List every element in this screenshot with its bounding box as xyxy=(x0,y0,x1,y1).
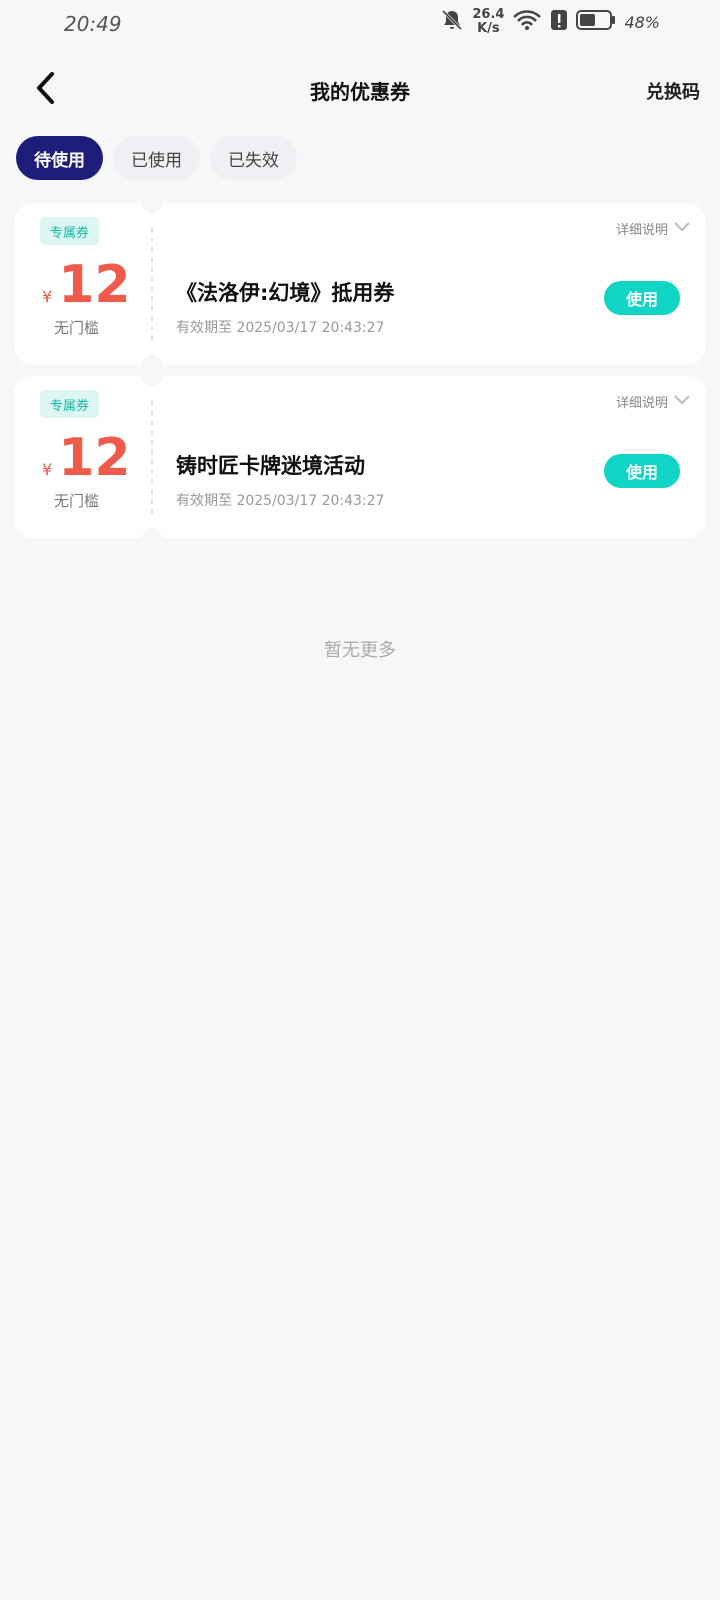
status-time: 20:49 xyxy=(64,12,122,36)
currency-symbol: ¥ xyxy=(42,460,53,479)
coupon-threshold: 无门槛 xyxy=(54,492,100,510)
battery-percentage: 48% xyxy=(624,12,660,32)
coupon-amount: ¥ 12 xyxy=(42,255,131,315)
coupon-card: 专属券 ¥ 12 无门槛 详细说明 铸时匠卡牌迷境活动 有效期至 2025/03… xyxy=(14,366,706,548)
chevron-down-icon xyxy=(674,221,690,236)
coupon-expiry: 有效期至 2025/03/17 20:43:27 xyxy=(176,320,385,336)
coupon-detail-toggle[interactable]: 详细说明 xyxy=(616,219,690,238)
use-coupon-button[interactable]: 使用 xyxy=(604,281,680,315)
status-bar: 20:49 26.4 K/s 48% xyxy=(0,0,720,50)
coupon-name: 《法洛伊:幻境》抵用券 xyxy=(176,281,395,305)
coupon-name: 铸时匠卡牌迷境活动 xyxy=(176,454,365,478)
coupon-threshold: 无门槛 xyxy=(54,319,100,337)
no-more-text: 暂无更多 xyxy=(324,640,396,661)
wifi-icon xyxy=(512,8,542,36)
tab-expired[interactable]: 已失效 xyxy=(210,136,297,180)
ticket-divider xyxy=(151,227,153,341)
alert-icon xyxy=(550,8,568,36)
tab-used[interactable]: 已使用 xyxy=(113,136,200,180)
coupon-value: 12 xyxy=(58,428,131,488)
coupon-tag: 专属券 xyxy=(40,390,100,418)
chevron-down-icon xyxy=(674,394,690,409)
use-coupon-button[interactable]: 使用 xyxy=(604,454,680,488)
ticket-notch xyxy=(142,193,162,213)
net-speed-value: 26.4 xyxy=(472,7,505,22)
page-title: 我的优惠券 xyxy=(310,80,410,104)
coupon-status-tabs: 待使用 已使用 已失效 xyxy=(16,136,297,180)
coupon-value: 12 xyxy=(58,255,131,315)
ticket-notch xyxy=(142,528,162,548)
coupon-tag: 专属券 xyxy=(40,217,100,245)
coupon-card: 专属券 ¥ 12 无门槛 详细说明 《法洛伊:幻境》抵用券 有效期至 2025/… xyxy=(14,193,706,375)
detail-label: 详细说明 xyxy=(615,396,668,411)
status-icons: 26.4 K/s 48% xyxy=(440,8,660,36)
redeem-code-button[interactable]: 兑换码 xyxy=(646,78,700,104)
detail-label: 详细说明 xyxy=(615,223,668,238)
net-speed: 26.4 K/s xyxy=(472,8,504,36)
ticket-notch xyxy=(142,366,162,386)
coupon-expiry: 有效期至 2025/03/17 20:43:27 xyxy=(176,493,385,509)
currency-symbol: ¥ xyxy=(42,287,53,306)
coupon-detail-toggle[interactable]: 详细说明 xyxy=(616,392,690,411)
battery-icon xyxy=(576,9,616,35)
tab-unused[interactable]: 待使用 xyxy=(16,136,103,180)
nav-bar: 我的优惠券 兑换码 xyxy=(0,60,720,120)
coupon-amount: ¥ 12 xyxy=(42,428,131,488)
bell-off-icon xyxy=(440,8,464,36)
net-speed-unit: K/s xyxy=(477,21,500,36)
ticket-divider xyxy=(151,400,153,514)
